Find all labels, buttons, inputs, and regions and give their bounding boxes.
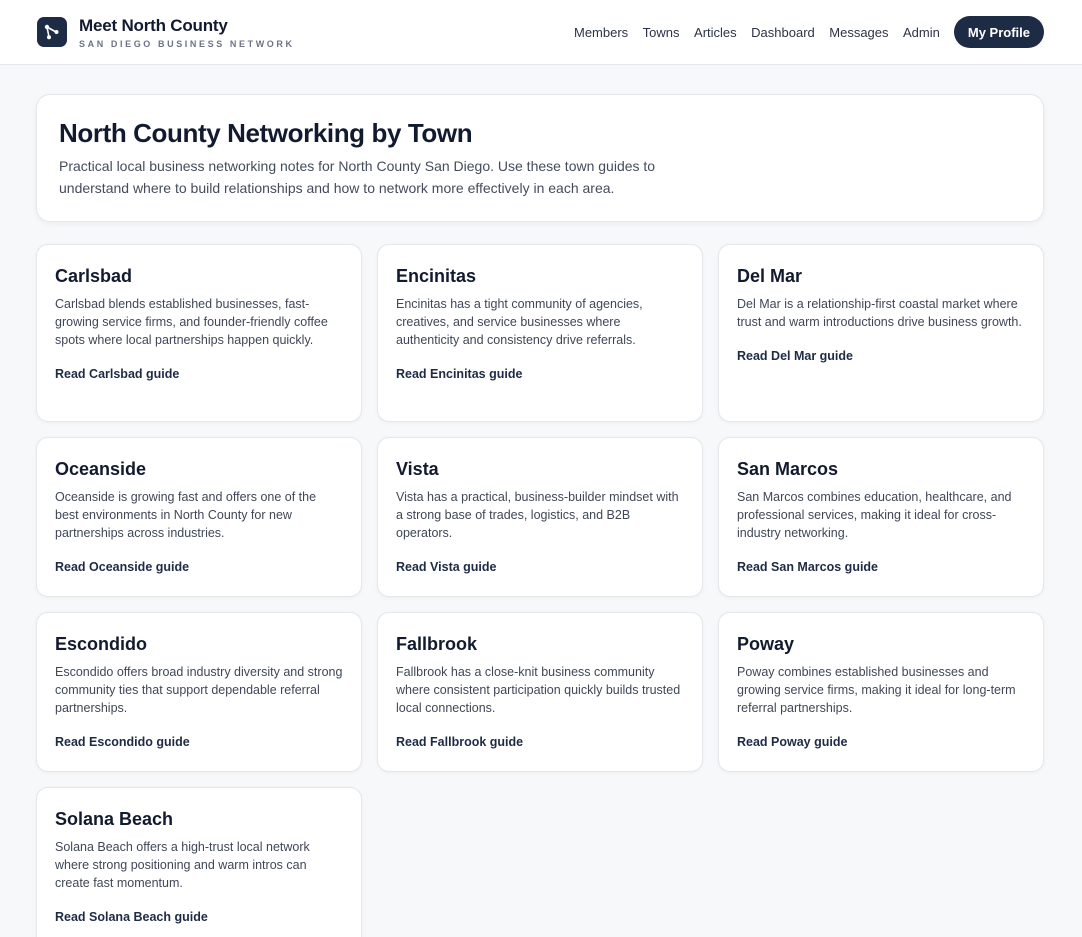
town-guide-link[interactable]: Read Encinitas guide — [396, 367, 522, 381]
town-description: Vista has a practical, business-builder … — [396, 490, 679, 540]
brand-title: Meet North County — [79, 15, 228, 35]
town-card-vista: Vista Vista has a practical, business-bu… — [377, 437, 703, 597]
town-grid: Carlsbad Carlsbad blends established bus… — [36, 244, 1044, 937]
town-guide-link[interactable]: Read Oceanside guide — [55, 560, 189, 574]
town-description: Solana Beach offers a high-trust local n… — [55, 840, 310, 890]
nav-towns[interactable]: Towns — [643, 25, 680, 40]
page-description: Practical local business networking note… — [59, 158, 656, 196]
town-name: Vista — [396, 459, 439, 479]
town-card-carlsbad: Carlsbad Carlsbad blends established bus… — [36, 244, 362, 422]
town-card-encinitas: Encinitas Encinitas has a tight communit… — [377, 244, 703, 422]
town-guide-link[interactable]: Read Escondido guide — [55, 735, 190, 749]
town-name: Carlsbad — [55, 266, 133, 286]
nav-articles[interactable]: Articles — [694, 25, 737, 40]
town-description: Del Mar is a relationship-first coastal … — [737, 297, 1022, 329]
town-card-solana-beach: Solana Beach Solana Beach offers a high-… — [36, 787, 362, 937]
brand[interactable]: Meet North County SAN DIEGO BUSINESS NET… — [37, 16, 295, 49]
brand-subtitle: SAN DIEGO BUSINESS NETWORK — [79, 38, 295, 49]
town-description: Oceanside is growing fast and offers one… — [55, 490, 317, 540]
main-content: North County Networking by Town Practica… — [0, 65, 1082, 937]
nav-messages[interactable]: Messages — [829, 25, 888, 40]
hero-panel: North County Networking by Town Practica… — [36, 94, 1044, 222]
town-name: Fallbrook — [396, 634, 478, 654]
nav-members[interactable]: Members — [574, 25, 628, 40]
town-name: Escondido — [55, 634, 148, 654]
town-card-oceanside: Oceanside Oceanside is growing fast and … — [36, 437, 362, 597]
town-guide-link[interactable]: Read Poway guide — [737, 735, 847, 749]
page-title: North County Networking by Town — [59, 118, 473, 148]
town-name: Poway — [737, 634, 795, 654]
main-nav: Members Towns Articles Dashboard Message… — [574, 16, 1044, 48]
town-name: San Marcos — [737, 459, 839, 479]
my-profile-button[interactable]: My Profile — [953, 16, 1044, 48]
network-nodes-icon — [37, 17, 67, 47]
town-card-san-marcos: San Marcos San Marcos combines education… — [718, 437, 1044, 597]
town-guide-link[interactable]: Read Carlsbad guide — [55, 367, 179, 381]
town-description: Carlsbad blends established businesses, … — [55, 297, 328, 347]
nav-dashboard[interactable]: Dashboard — [751, 25, 815, 40]
town-guide-link[interactable]: Read Fallbrook guide — [396, 735, 523, 749]
town-card-fallbrook: Fallbrook Fallbrook has a close-knit bus… — [377, 612, 703, 772]
town-card-escondido: Escondido Escondido offers broad industr… — [36, 612, 362, 772]
town-name: Del Mar — [737, 266, 803, 286]
town-description: Fallbrook has a close-knit business comm… — [396, 665, 681, 715]
town-guide-link[interactable]: Read San Marcos guide — [737, 560, 878, 574]
town-description: Poway combines established businesses an… — [737, 665, 1016, 715]
town-description: Escondido offers broad industry diversit… — [55, 665, 343, 715]
town-card-poway: Poway Poway combines established busines… — [718, 612, 1044, 772]
town-name: Solana Beach — [55, 809, 174, 829]
town-description: Encinitas has a tight community of agenc… — [396, 297, 643, 347]
town-name: Encinitas — [396, 266, 477, 286]
town-card-del-mar: Del Mar Del Mar is a relationship-first … — [718, 244, 1044, 422]
town-description: San Marcos combines education, healthcar… — [737, 490, 1012, 540]
nav-admin[interactable]: Admin — [903, 25, 940, 40]
town-guide-link[interactable]: Read Del Mar guide — [737, 349, 853, 363]
top-navbar: Meet North County SAN DIEGO BUSINESS NET… — [0, 0, 1082, 65]
town-guide-link[interactable]: Read Vista guide — [396, 560, 497, 574]
town-guide-link[interactable]: Read Solana Beach guide — [55, 910, 208, 924]
town-name: Oceanside — [55, 459, 147, 479]
